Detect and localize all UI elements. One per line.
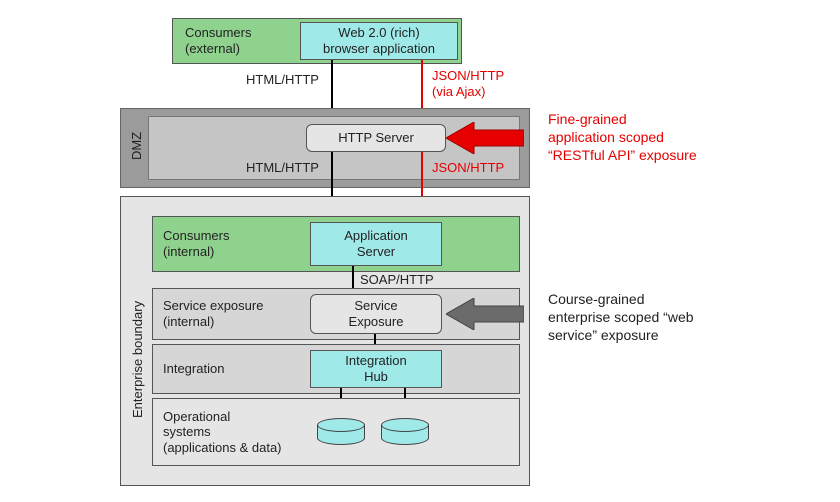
service-exposure-internal-label: Service exposure (internal) [163,298,263,329]
dmz-label: DMZ [129,132,144,160]
application-server-label: Application Server [344,228,408,259]
big-red-arrow-icon [446,122,524,154]
course-grained-annotation: Course-grained enterprise scoped “web se… [548,290,694,345]
database-icon [317,418,365,445]
soap-http-label: SOAP/HTTP [360,272,434,288]
json-http-2-label: JSON/HTTP [432,160,504,176]
application-server-box: Application Server [310,222,442,266]
http-server-box: HTTP Server [306,124,446,152]
integration-hub-label: Integration Hub [345,353,406,384]
integration-row-label: Integration [163,361,224,377]
browser-application-box: Web 2.0 (rich) browser application [300,22,458,60]
http-server-label: HTTP Server [338,130,414,146]
architecture-diagram: Consumers (external) Web 2.0 (rich) brow… [0,0,840,502]
service-exposure-label: Service Exposure [349,298,404,329]
consumers-internal-label: Consumers (internal) [163,228,229,259]
json-http-ajax-label: JSON/HTTP (via Ajax) [432,68,504,99]
big-grey-arrow-icon [446,298,524,330]
operational-label: Operational systems (applications & data… [163,409,282,456]
html-http-1-label: HTML/HTTP [246,72,319,88]
database-icon [381,418,429,445]
consumers-external-label: Consumers (external) [185,25,251,56]
integration-hub-box: Integration Hub [310,350,442,388]
fine-grained-annotation: Fine-grained application scoped “RESTful… [548,110,697,165]
enterprise-label: Enterprise boundary [130,301,145,418]
service-exposure-box: Service Exposure [310,294,442,334]
browser-application-label: Web 2.0 (rich) browser application [323,25,435,56]
html-http-2-label: HTML/HTTP [246,160,319,176]
